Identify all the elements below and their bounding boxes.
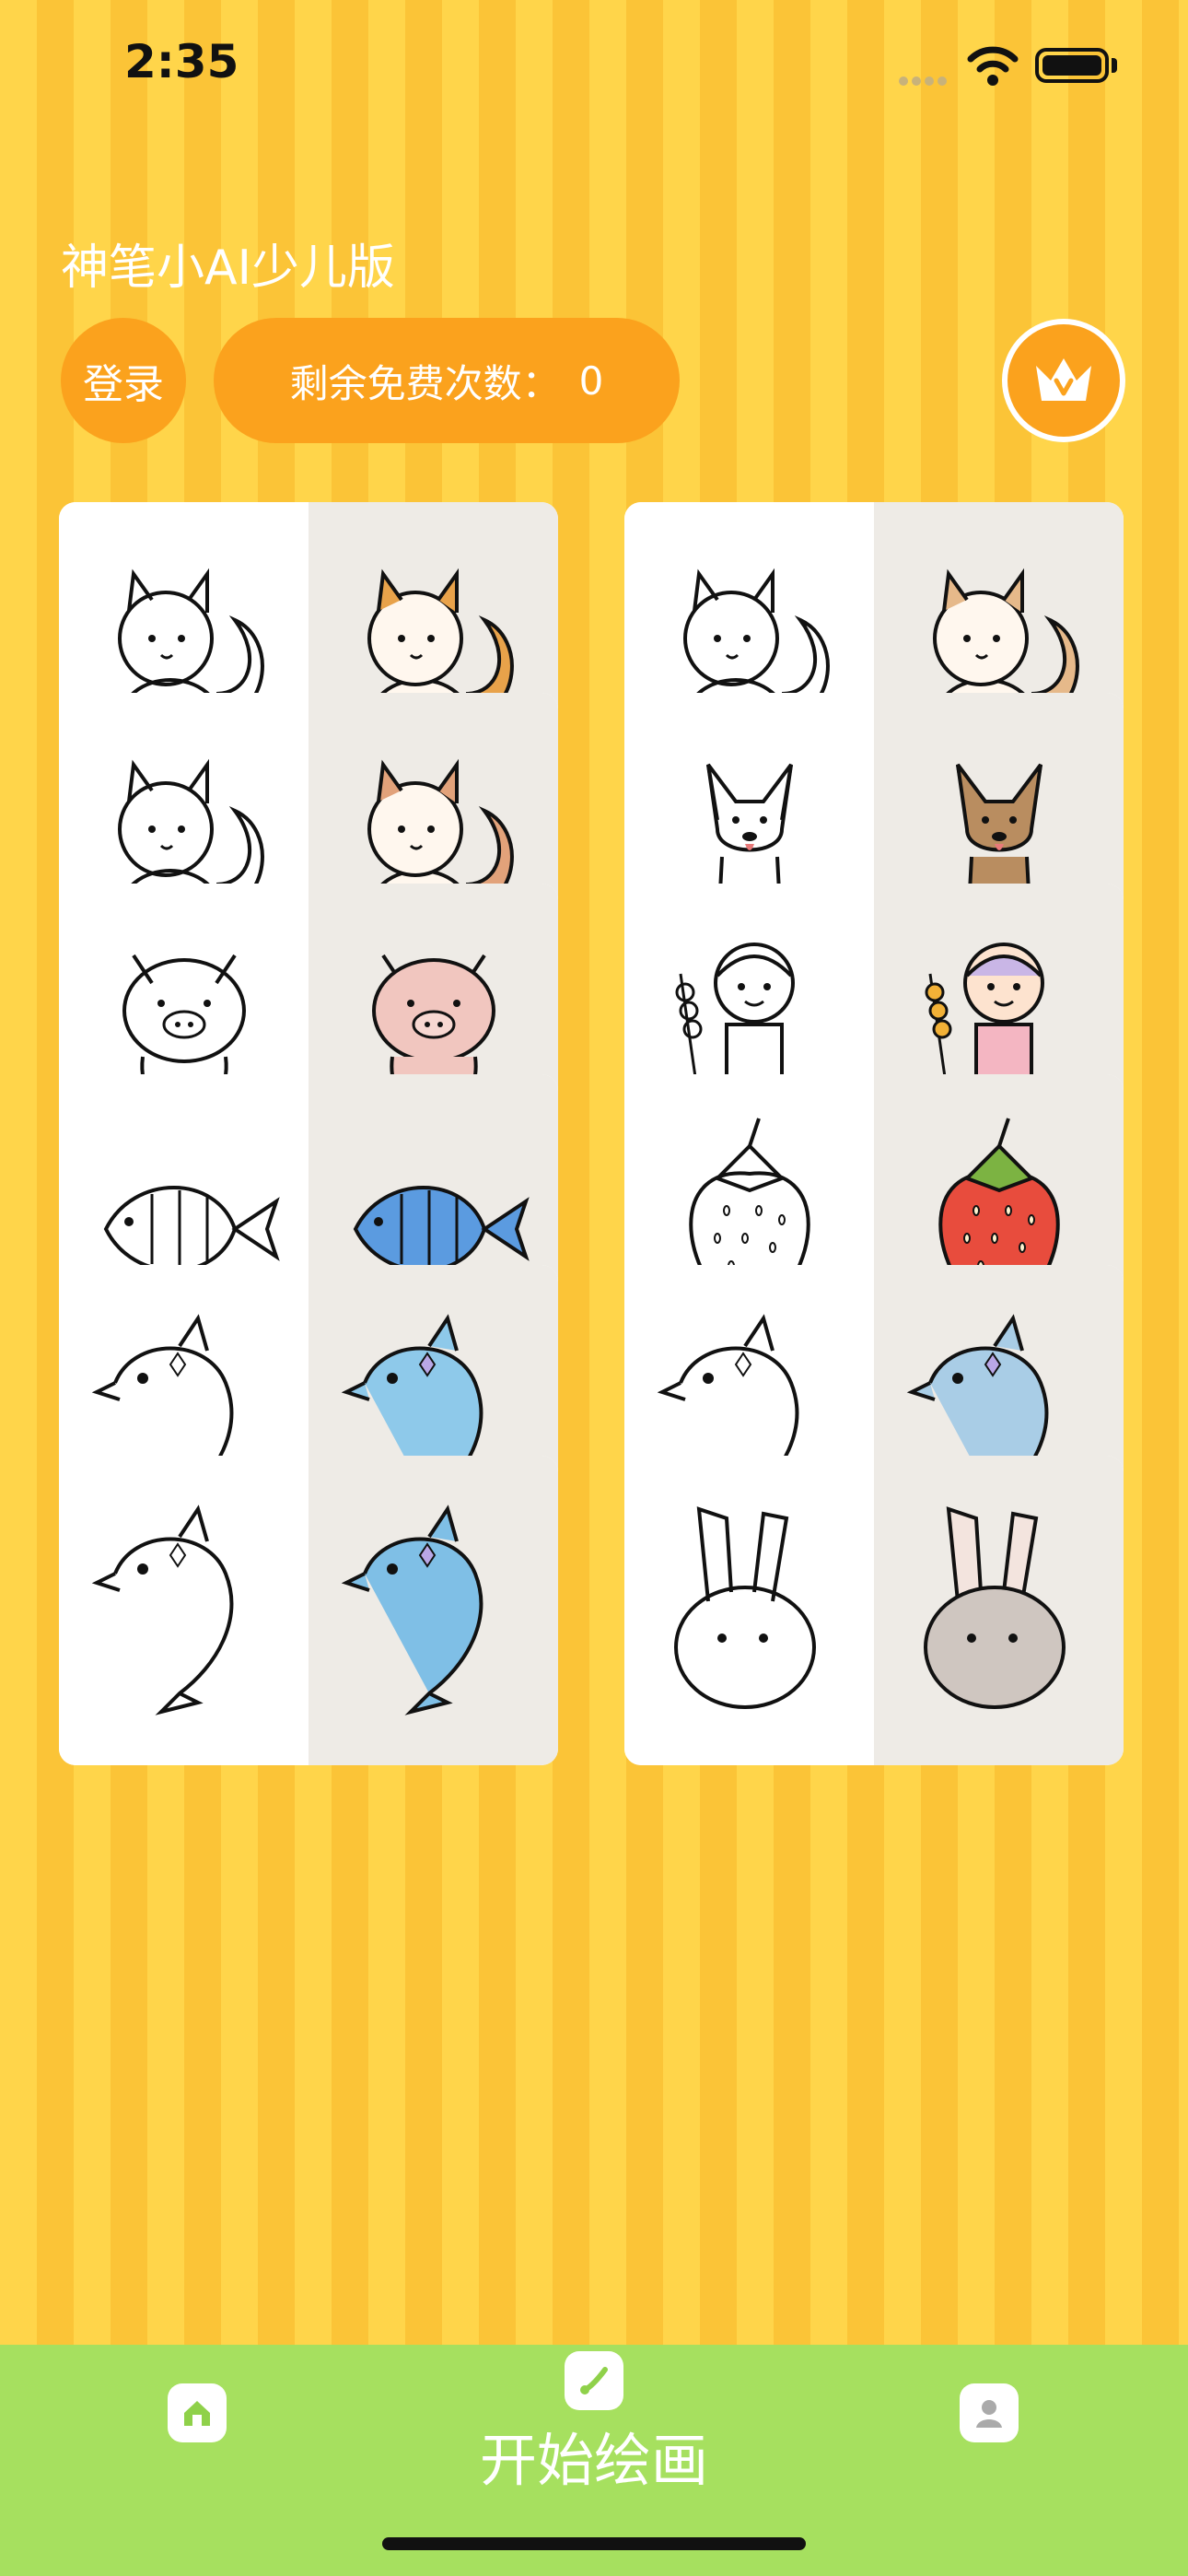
signal-icon — [899, 72, 950, 89]
login-button[interactable]: 登录 — [61, 318, 186, 443]
crown-icon — [1036, 358, 1091, 401]
home-indicator — [382, 2537, 806, 2550]
gallery-card-dolphin-3[interactable] — [59, 1456, 558, 1765]
user-icon — [960, 2383, 1019, 2442]
tab-draw[interactable] — [565, 2351, 623, 2410]
status-bar: 2:35 — [0, 0, 1188, 129]
colored-image — [874, 1456, 1124, 1765]
free-count-value: 0 — [578, 357, 604, 404]
free-count-pill[interactable]: 剩余免费次数： 0 — [214, 318, 680, 443]
colored-image — [309, 1456, 558, 1765]
gallery-grid — [59, 502, 1124, 2345]
app-title: 神笔小AI少儿版 — [61, 240, 395, 296]
vip-crown-button[interactable] — [1002, 319, 1125, 442]
battery-icon — [1035, 48, 1109, 83]
brush-icon — [565, 2351, 623, 2410]
tab-profile[interactable] — [960, 2383, 1019, 2442]
status-time: 2:35 — [124, 35, 239, 88]
sketch-image — [624, 1456, 874, 1765]
wifi-icon — [967, 46, 1019, 86]
gallery-card-rabbit[interactable] — [624, 1456, 1124, 1765]
battery-cap — [1112, 58, 1117, 73]
sketch-image — [59, 1456, 309, 1765]
free-count-label: 剩余免费次数： — [289, 360, 561, 406]
